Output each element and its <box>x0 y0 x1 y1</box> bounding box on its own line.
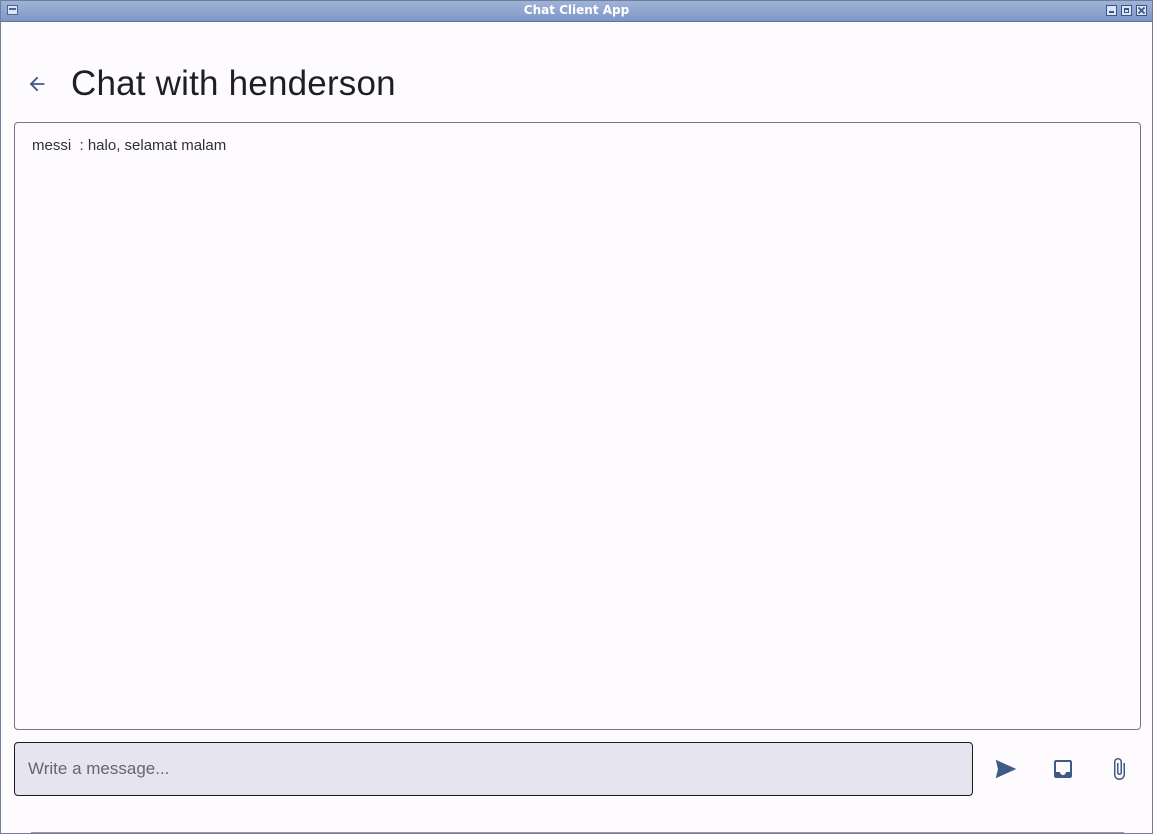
window-titlebar[interactable]: Chat Client App <box>1 1 1152 22</box>
attach-button[interactable] <box>1099 749 1139 789</box>
send-button[interactable] <box>986 749 1026 789</box>
inbox-button[interactable] <box>1043 749 1083 789</box>
page-title: Chat with henderson <box>71 64 396 103</box>
arrow-left-icon <box>29 76 45 92</box>
paperclip-icon <box>1114 758 1125 780</box>
inbox-icon <box>1054 760 1072 778</box>
minimize-button[interactable] <box>1106 5 1117 16</box>
message-item: messi : halo, selamat malam <box>32 137 227 154</box>
divider <box>31 832 1124 833</box>
message-input[interactable] <box>15 743 972 795</box>
message-list[interactable]: messi : halo, selamat malam <box>14 122 1141 730</box>
message-composer <box>14 742 973 796</box>
chat-header: Chat with henderson <box>21 61 396 107</box>
back-button[interactable] <box>21 68 53 100</box>
send-icon <box>995 759 1017 779</box>
close-icon <box>1137 6 1146 15</box>
maximize-button[interactable] <box>1121 5 1132 16</box>
app-window: Chat Client App Chat with henderson mess… <box>0 0 1153 834</box>
close-button[interactable] <box>1136 5 1147 16</box>
window-title: Chat Client App <box>523 3 630 17</box>
